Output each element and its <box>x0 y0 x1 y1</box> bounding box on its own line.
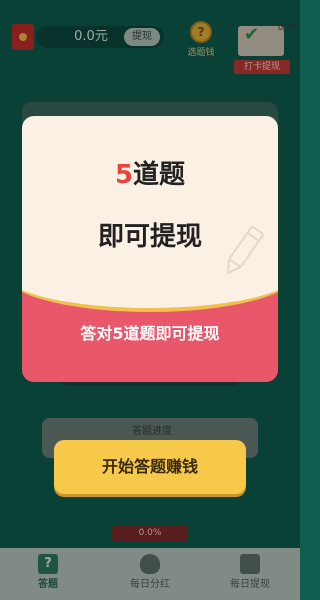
headline-number: 5 <box>114 160 134 190</box>
headline-text: 道题 <box>133 160 186 190</box>
modal-arc <box>22 284 278 312</box>
start-answering-button[interactable]: 开始答题赚钱 <box>54 440 246 494</box>
pencil-icon <box>226 226 264 275</box>
modal-subtitle: 答对5道题即可提现 <box>80 324 220 343</box>
withdraw-modal: 5道题 即可提现 答对5道题即可提现 <box>22 116 278 382</box>
headline: 5道题 <box>22 158 278 192</box>
